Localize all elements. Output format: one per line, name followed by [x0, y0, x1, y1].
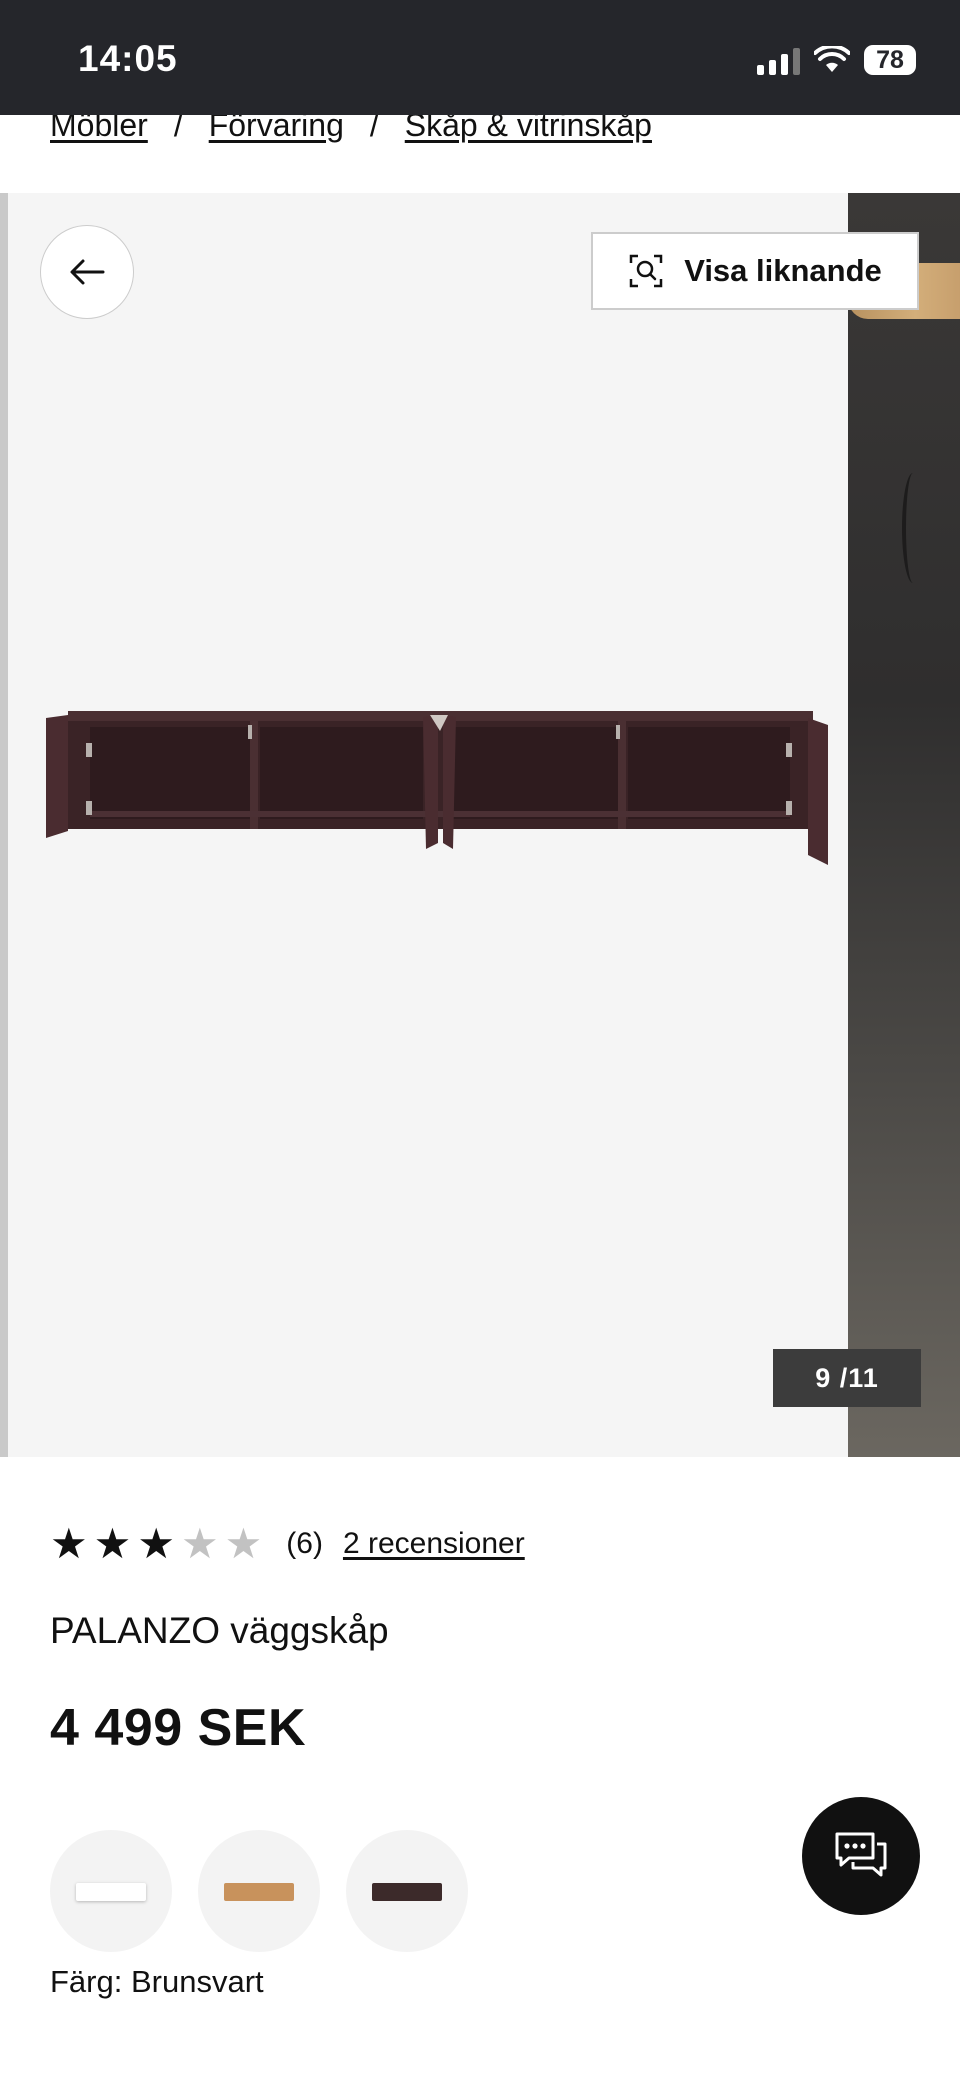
breadcrumb-link-skap[interactable]: Skåp & vitrinskåp	[405, 115, 652, 144]
product-title: PALANZO väggskåp	[50, 1610, 389, 1651]
image-counter: 9 /11	[773, 1349, 921, 1407]
breadcrumb-link-forvaring[interactable]: Förvaring	[209, 115, 344, 144]
product-image-gallery[interactable]: Visa liknande 9 /11	[0, 193, 960, 1457]
rating-row: ★ ★ ★ ★ ★ (6) 2 recensioner	[50, 1520, 525, 1568]
cabinet-image	[46, 711, 828, 865]
next-product-image[interactable]	[848, 193, 960, 1457]
product-image[interactable]	[8, 193, 848, 1457]
chat-icon	[835, 1832, 887, 1877]
swatch-product-thumbnail	[372, 1883, 442, 1901]
breadcrumb-separator: /	[173, 115, 183, 143]
color-label: Färg: Brunsvart	[50, 1964, 264, 1999]
color-swatch-oak[interactable]	[198, 1830, 320, 1952]
cellular-signal-icon	[757, 45, 800, 75]
rating-stars: ★ ★ ★ ★ ★	[50, 1523, 262, 1565]
star-empty-icon: ★	[224, 1520, 263, 1567]
swatch-product-thumbnail	[76, 1883, 146, 1901]
status-time: 14:05	[78, 38, 178, 79]
star-filled-icon: ★	[93, 1520, 132, 1567]
color-swatch-white[interactable]	[50, 1830, 172, 1952]
status-icons: 78	[757, 42, 916, 78]
star-empty-icon: ★	[180, 1520, 219, 1567]
breadcrumb-separator: /	[369, 115, 379, 143]
breadcrumb-link-mobler[interactable]: Möbler	[50, 115, 148, 144]
star-filled-icon: ★	[50, 1520, 88, 1567]
visual-search-icon	[629, 254, 663, 288]
reviews-link[interactable]: 2 recensioner	[343, 1527, 525, 1561]
chat-button[interactable]	[802, 1797, 920, 1915]
swatch-product-thumbnail	[224, 1883, 294, 1901]
battery-icon: 78	[864, 45, 916, 75]
star-filled-icon: ★	[137, 1520, 175, 1567]
show-similar-button[interactable]: Visa liknande	[591, 232, 919, 310]
arrow-left-icon	[70, 259, 105, 285]
status-bar: 14:05 78	[0, 0, 960, 115]
back-button[interactable]	[40, 225, 134, 319]
wifi-icon	[814, 46, 850, 72]
show-similar-label: Visa liknande	[684, 253, 882, 288]
product-price: 4 499 SEK	[50, 1699, 306, 1757]
color-swatch-brown-black[interactable]	[346, 1830, 468, 1952]
rating-count: (6)	[286, 1527, 323, 1560]
breadcrumb: Möbler / Förvaring / Skåp & vitrinskåp	[0, 115, 960, 193]
color-swatches	[50, 1830, 468, 1952]
